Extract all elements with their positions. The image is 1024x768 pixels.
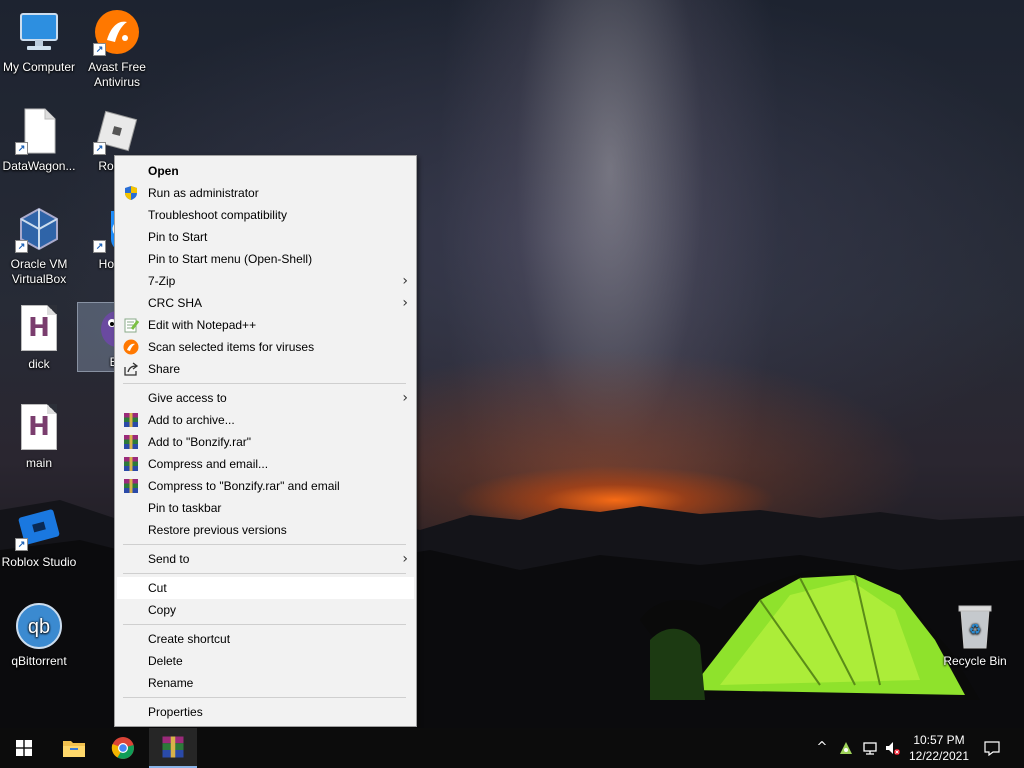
share-icon [123,361,139,377]
document-icon: H [15,404,63,452]
desktop-icon-label: Roblox Studio [1,555,77,569]
menu-separator [123,383,406,384]
shortcut-arrow-icon: ↗ [15,142,28,155]
virtualbox-icon: ↗ [15,205,63,253]
desktop-icon-label: Oracle VM VirtualBox [10,257,68,286]
desktop-icon-datawagon[interactable]: ↗ DataWagon... [0,107,78,174]
menu-item-restore-previous-versions[interactable]: Restore previous versions [115,519,416,541]
shortcut-arrow-icon: ↗ [93,43,106,56]
shortcut-arrow-icon: ↗ [93,240,106,253]
desktop-icon-main[interactable]: H main [0,404,78,471]
menu-item-properties[interactable]: Properties [115,701,416,723]
menu-item-compress-to-bonzify-rar-and-email[interactable]: Compress to "Bonzify.rar" and email [115,475,416,497]
clock-time: 10:57 PM [913,733,965,747]
start-button[interactable] [0,728,48,768]
menu-item-add-to-archive[interactable]: Add to archive... [115,409,416,431]
desktop-icon-my-computer[interactable]: My Computer [0,8,78,75]
roblox-studio-icon: ↗ [15,503,63,551]
monitor-icon [15,8,63,56]
volume-muted-icon[interactable] [884,740,900,756]
menu-separator [123,544,406,545]
menu-separator [123,697,406,698]
context-menu: Open Run as administrator Troubleshoot c… [114,155,417,727]
menu-item-7zip[interactable]: 7-Zip › [115,270,416,292]
network-icon[interactable] [862,740,878,756]
menu-item-cut[interactable]: Cut [117,577,414,599]
bonzi-tray-icon[interactable] [838,740,854,756]
menu-item-crc-sha[interactable]: CRC SHA › [115,292,416,314]
show-hidden-icons-button[interactable]: ^ [814,740,830,756]
recycle-bin-icon: ♻ [951,602,999,650]
menu-item-scan-for-viruses[interactable]: Scan selected items for viruses [115,336,416,358]
winrar-icon [123,412,139,428]
clock[interactable]: 10:57 PM 12/22/2021 [902,732,976,764]
chevron-right-icon: › [402,295,408,311]
desktop-icon-label: main [25,456,52,470]
taskbar: ^ 10:57 PM 12/22/2021 [0,728,1024,768]
taskbar-winrar[interactable] [149,728,197,768]
avast-icon [123,339,139,355]
svg-text:♻: ♻ [969,622,982,638]
menu-item-share[interactable]: Share [115,358,416,380]
desktop-icon-recycle-bin[interactable]: ♻ Recycle Bin [936,602,1014,669]
uac-shield-icon [123,185,139,201]
menu-item-send-to[interactable]: Send to › [115,548,416,570]
svg-text:qb: qb [28,616,50,638]
windows-logo-icon [16,740,32,756]
menu-item-rename[interactable]: Rename [115,672,416,694]
menu-item-create-shortcut[interactable]: Create shortcut [115,628,416,650]
file-icon: ↗ [15,107,63,155]
notification-center-icon[interactable] [984,740,1000,757]
menu-item-pin-to-start[interactable]: Pin to Start [115,226,416,248]
desktop-icon-label: Recycle Bin [943,654,1007,668]
desktop-icon-dick[interactable]: H dick [0,305,78,372]
desktop-icon-label: Avast Free Antivirus [88,60,146,89]
desktop-icon-label: My Computer [2,60,76,74]
shortcut-arrow-icon: ↗ [15,240,28,253]
winrar-icon [123,434,139,450]
desktop-icon-virtualbox[interactable]: ↗ Oracle VM VirtualBox [0,205,78,287]
menu-item-add-to-bonzify-rar[interactable]: Add to "Bonzify.rar" [115,431,416,453]
desktop-icon-qbittorrent[interactable]: qb qBittorrent [0,602,78,669]
shortcut-arrow-icon: ↗ [93,142,106,155]
winrar-icon [123,456,139,472]
roblox-icon: ↗ [93,107,141,155]
chevron-right-icon: › [402,273,408,289]
menu-item-open[interactable]: Open [115,160,416,182]
chevron-right-icon: › [402,551,408,567]
document-icon: H [15,305,63,353]
menu-item-delete[interactable]: Delete [115,650,416,672]
menu-item-edit-with-notepadpp[interactable]: Edit with Notepad++ [115,314,416,336]
avast-icon: ↗ [93,8,141,56]
desktop-icon-avast[interactable]: ↗ Avast Free Antivirus [78,8,156,90]
menu-item-copy[interactable]: Copy [115,599,416,621]
winrar-icon [162,736,184,758]
menu-item-pin-to-start-menu-open-shell[interactable]: Pin to Start menu (Open-Shell) [115,248,416,270]
desktop-icon-roblox-studio[interactable]: ↗ Roblox Studio [0,503,78,570]
chevron-right-icon: › [402,390,408,406]
desktop-icon-label: DataWagon... [2,159,76,173]
menu-item-give-access-to[interactable]: Give access to › [115,387,416,409]
menu-item-pin-to-taskbar[interactable]: Pin to taskbar [115,497,416,519]
shortcut-arrow-icon: ↗ [15,538,28,551]
winrar-icon [123,478,139,494]
taskbar-chrome[interactable] [99,728,147,768]
notepadpp-icon [123,317,140,333]
clock-date: 12/22/2021 [908,749,970,763]
menu-separator [123,624,406,625]
menu-separator [123,573,406,574]
chrome-icon [111,737,134,759]
desktop-icon-label: dick [28,357,50,371]
menu-item-compress-and-email[interactable]: Compress and email... [115,453,416,475]
desktop-icon-label: qBittorrent [11,654,67,668]
folder-icon [63,741,85,757]
qbittorrent-icon: qb [15,602,63,650]
taskbar-file-explorer[interactable] [50,728,98,768]
menu-item-troubleshoot-compatibility[interactable]: Troubleshoot compatibility [115,204,416,226]
menu-item-run-as-administrator[interactable]: Run as administrator [115,182,416,204]
